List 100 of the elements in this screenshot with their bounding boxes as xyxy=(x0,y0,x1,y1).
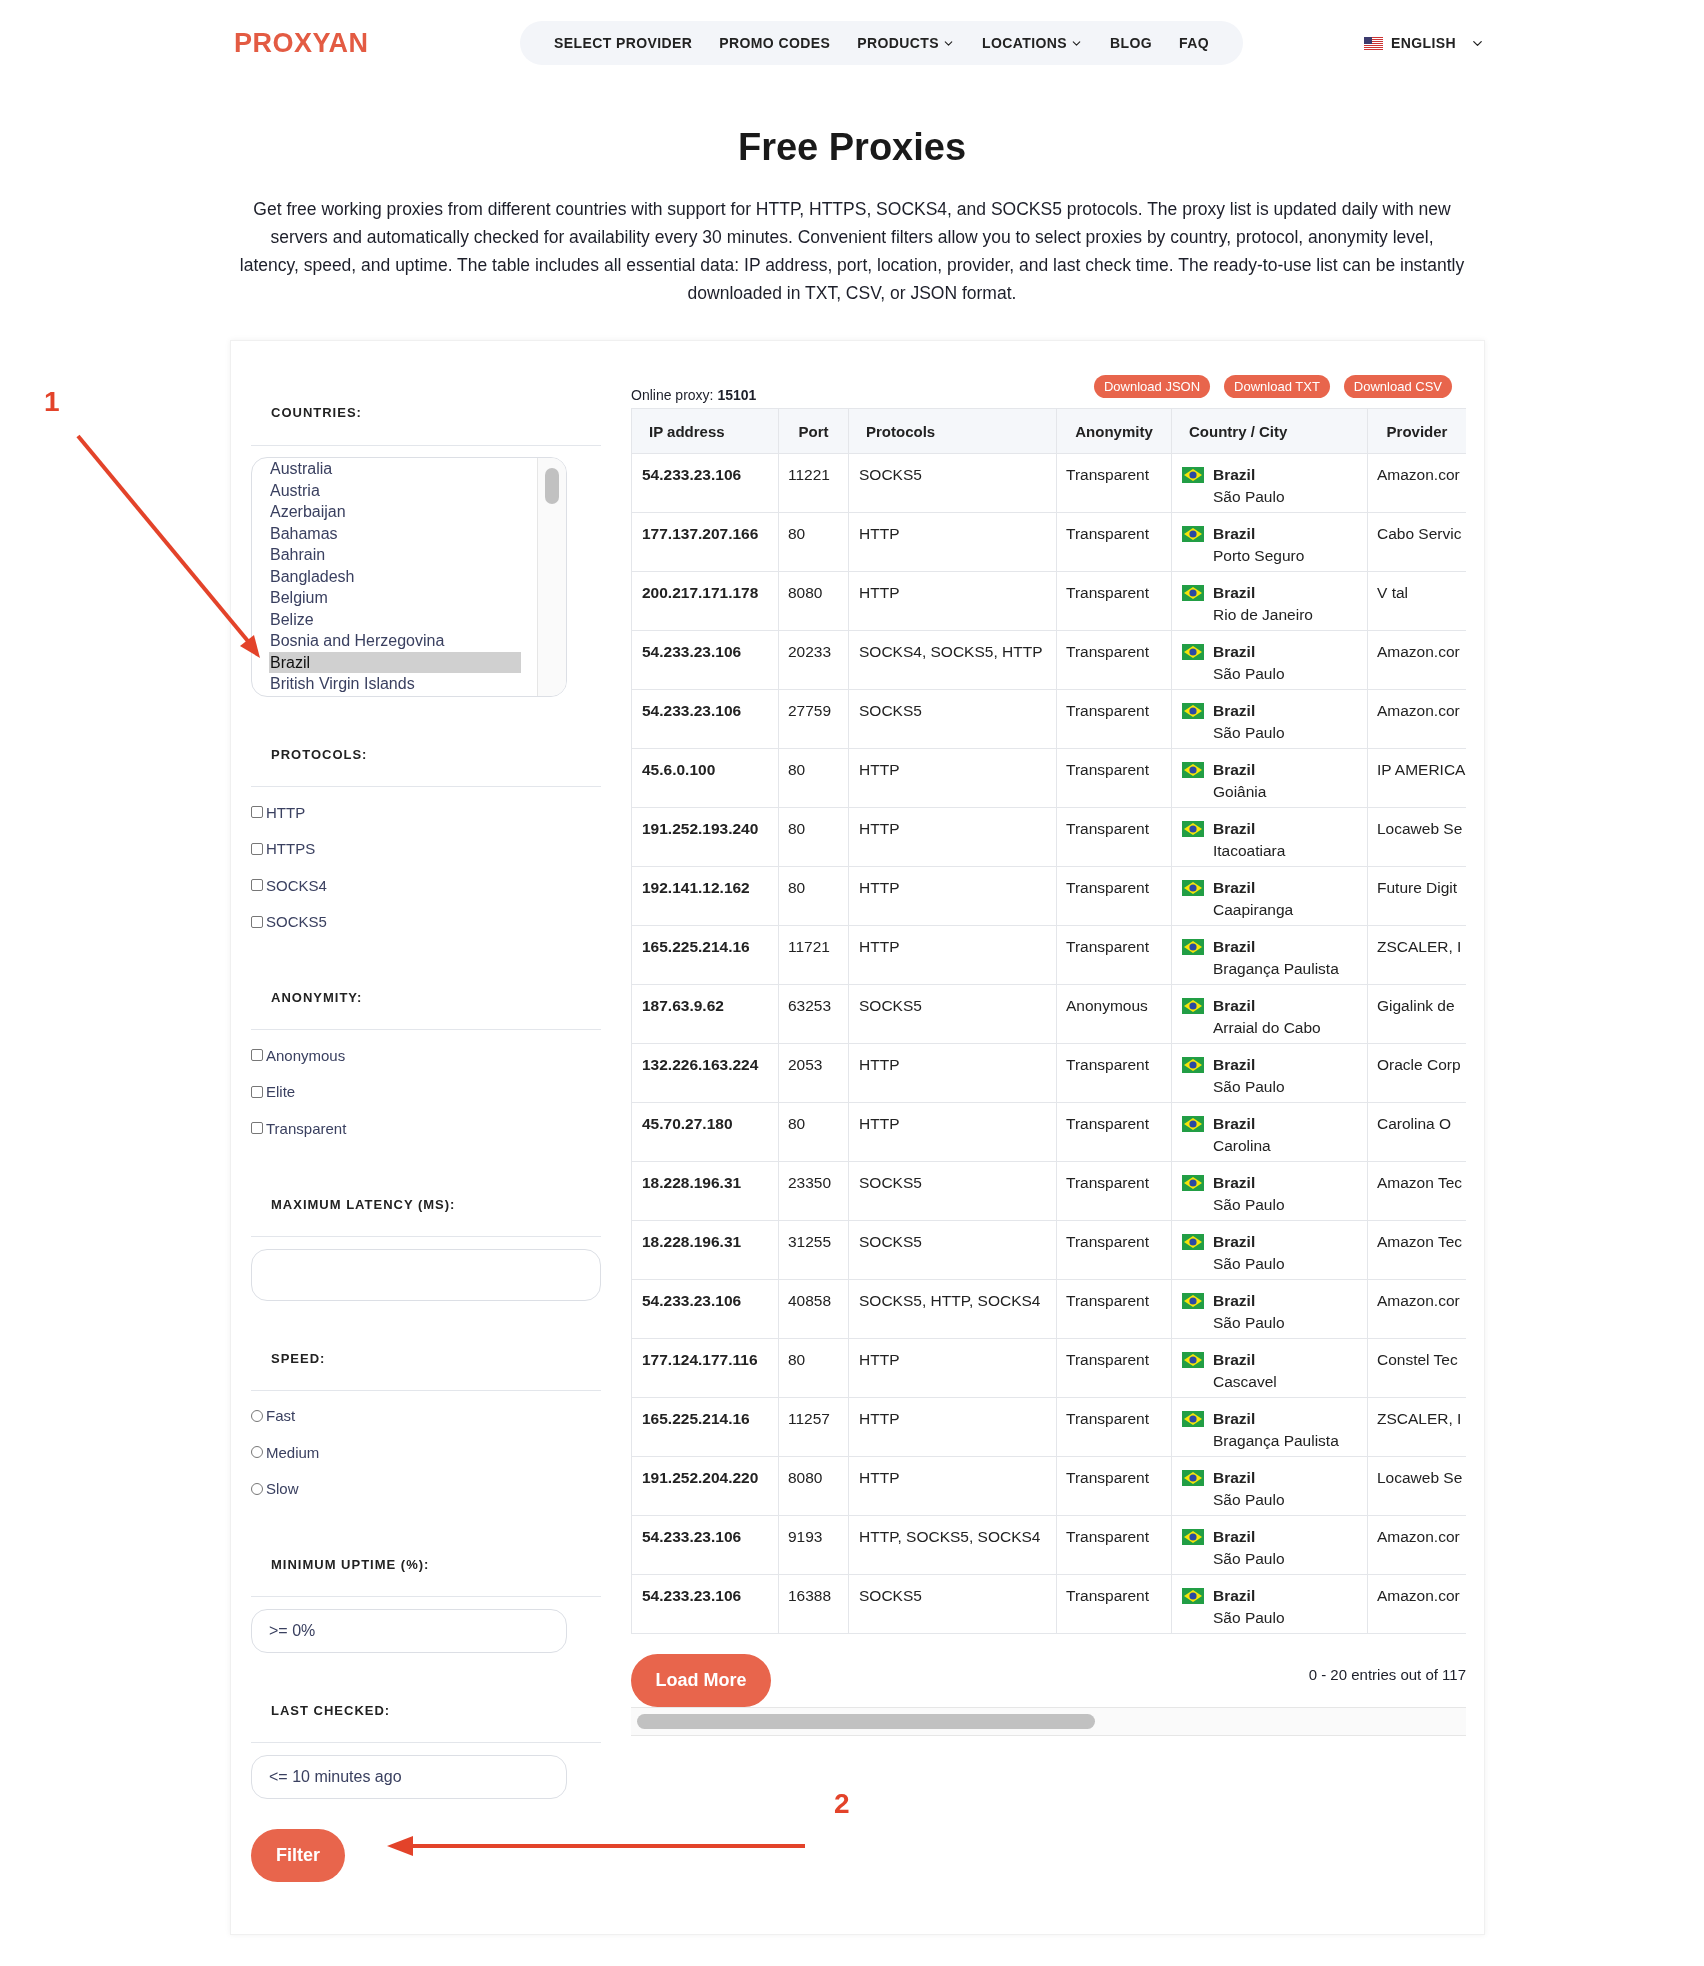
latency-input[interactable] xyxy=(251,1248,601,1301)
city-name: Cascavel xyxy=(1213,1372,1277,1392)
table-cell: 54.233.23.106 xyxy=(631,1279,779,1339)
country-name: Brazil xyxy=(1213,1527,1257,1547)
table-cell: HTTP, SOCKS5, SOCKS4 xyxy=(848,1515,1057,1575)
table-cell: HTTP xyxy=(848,571,1057,631)
table-cell: Transparent xyxy=(1056,571,1172,631)
table-cell: 187.63.9.62 xyxy=(631,984,779,1044)
checkbox-option[interactable]: Elite xyxy=(251,1073,601,1110)
flag-icon xyxy=(1363,36,1383,50)
table-cell: SOCKS4, SOCKS5, HTTP xyxy=(848,630,1057,690)
radio-option[interactable]: Slow xyxy=(251,1470,601,1507)
country-option[interactable]: Bahrain xyxy=(269,544,521,566)
table-cell: Transparent xyxy=(1056,453,1172,513)
option-label: HTTPS xyxy=(266,840,316,858)
checkbox-option[interactable]: HTTP xyxy=(251,794,601,831)
last-checked-select[interactable]: <= 10 minutes ago xyxy=(251,1755,567,1799)
nav-link[interactable]: PRODUCTS xyxy=(857,35,955,51)
radio-button[interactable] xyxy=(251,1482,263,1495)
checkbox[interactable] xyxy=(251,1122,263,1135)
section-label: LAST CHECKED: xyxy=(271,1703,392,1719)
table-cell: SOCKS5 xyxy=(848,984,1057,1044)
checkbox-option[interactable]: SOCKS5 xyxy=(251,903,601,940)
city-name: São Paulo xyxy=(1213,487,1285,507)
table-cell: 16388 xyxy=(778,1574,849,1634)
page-title: Free Proxies xyxy=(736,125,968,170)
table-cell: Transparent xyxy=(1056,512,1172,572)
flag-icon xyxy=(1182,1234,1204,1250)
country-option[interactable]: British Virgin Islands xyxy=(269,673,521,695)
country-name: Brazil xyxy=(1213,1350,1257,1370)
table-cell: 200.217.171.178 xyxy=(631,571,779,631)
table-cell: SOCKS5 xyxy=(848,1574,1057,1634)
table-cell: 54.233.23.106 xyxy=(631,630,779,690)
country-option[interactable]: Bahamas xyxy=(269,522,521,544)
country-option[interactable]: Australia xyxy=(269,458,521,480)
city-name: São Paulo xyxy=(1213,1077,1285,1097)
country-option[interactable]: Austria xyxy=(269,479,521,501)
country-option[interactable]: Bangladesh xyxy=(269,565,521,587)
checkbox-option[interactable]: SOCKS4 xyxy=(251,867,601,904)
flag-icon xyxy=(1182,1588,1204,1604)
flag-icon xyxy=(1182,880,1204,896)
radio-button[interactable] xyxy=(251,1409,263,1422)
section-label: PROTOCOLS: xyxy=(271,747,369,763)
nav-link[interactable]: LOCATIONS xyxy=(982,35,1083,51)
nav-link[interactable]: SELECT PROVIDER xyxy=(554,35,693,51)
city-name: Arraial do Cabo xyxy=(1213,1018,1321,1038)
table-cell: 80 xyxy=(778,748,849,808)
country-option[interactable]: Belgium xyxy=(269,587,521,609)
table-cell: HTTP xyxy=(848,1102,1057,1162)
column-header: Anonymity xyxy=(1056,408,1172,454)
table-cell: Transparent xyxy=(1056,689,1172,749)
flag-icon xyxy=(1182,1057,1204,1073)
country-name: Brazil xyxy=(1213,760,1257,780)
scrollbar-thumb[interactable] xyxy=(637,1714,1095,1729)
country-option[interactable]: Bosnia and Herzegovina xyxy=(269,630,521,652)
city-name: Bragança Paulista xyxy=(1213,959,1339,979)
table-cell: 31255 xyxy=(778,1220,849,1280)
uptime-select[interactable]: >= 0% xyxy=(251,1609,567,1653)
country-name: Brazil xyxy=(1213,819,1257,839)
city-name: Itacoatiara xyxy=(1213,841,1286,861)
column-header: Port xyxy=(778,408,849,454)
section-label: ANONYMITY: xyxy=(271,990,364,1006)
nav-link[interactable]: FAQ xyxy=(1179,35,1210,51)
country-option[interactable]: Belize xyxy=(269,608,521,630)
checkbox[interactable] xyxy=(251,1085,263,1098)
flag-icon xyxy=(1182,1352,1204,1368)
country-option[interactable]: Azerbaijan xyxy=(269,501,521,523)
flag-icon xyxy=(1182,703,1204,719)
checkbox-option[interactable]: HTTPS xyxy=(251,830,601,867)
country-name: Brazil xyxy=(1213,1114,1257,1134)
option-label: Elite xyxy=(266,1083,296,1101)
table-cell: 192.141.12.162 xyxy=(631,866,779,926)
table-cell: Transparent xyxy=(1056,1397,1172,1457)
nav-link[interactable]: PROMO CODES xyxy=(719,35,831,51)
checkbox[interactable] xyxy=(251,915,263,928)
checkbox-option[interactable]: Anonymous xyxy=(251,1037,601,1074)
radio-button[interactable] xyxy=(251,1446,263,1459)
radio-option[interactable]: Fast xyxy=(251,1397,601,1434)
country-option[interactable]: Brazil xyxy=(269,651,521,673)
checkbox[interactable] xyxy=(251,879,263,892)
table-cell: Transparent xyxy=(1056,925,1172,985)
country-name: Brazil xyxy=(1213,878,1257,898)
city-name: São Paulo xyxy=(1213,1490,1285,1510)
table-cell: 191.252.204.220 xyxy=(631,1456,779,1516)
option-label: Medium xyxy=(266,1443,320,1461)
table-cell: 132.226.163.224 xyxy=(631,1043,779,1103)
table-cell: 80 xyxy=(778,866,849,926)
nav-link[interactable]: BLOG xyxy=(1110,35,1153,51)
checkbox[interactable] xyxy=(251,806,263,819)
flag-icon xyxy=(1182,644,1204,660)
language-selector[interactable]: ENGLISH xyxy=(1363,35,1485,51)
checkbox[interactable] xyxy=(251,1049,263,1062)
checkbox[interactable] xyxy=(251,842,263,855)
checkbox-option[interactable]: Transparent xyxy=(251,1110,601,1147)
scrollbar-thumb[interactable] xyxy=(545,468,559,504)
table-cell: 45.6.0.100 xyxy=(631,748,779,808)
table-cell: Transparent xyxy=(1056,1515,1172,1575)
radio-option[interactable]: Medium xyxy=(251,1434,601,1471)
country-list[interactable]: Australia Austria Azerbaijan Bahamas Bahrain Bangladesh Belgium Belize Bosnia and Herzegovina Brazil British Virgin Islands xyxy=(251,457,567,697)
table-cell: SOCKS5 xyxy=(848,689,1057,749)
